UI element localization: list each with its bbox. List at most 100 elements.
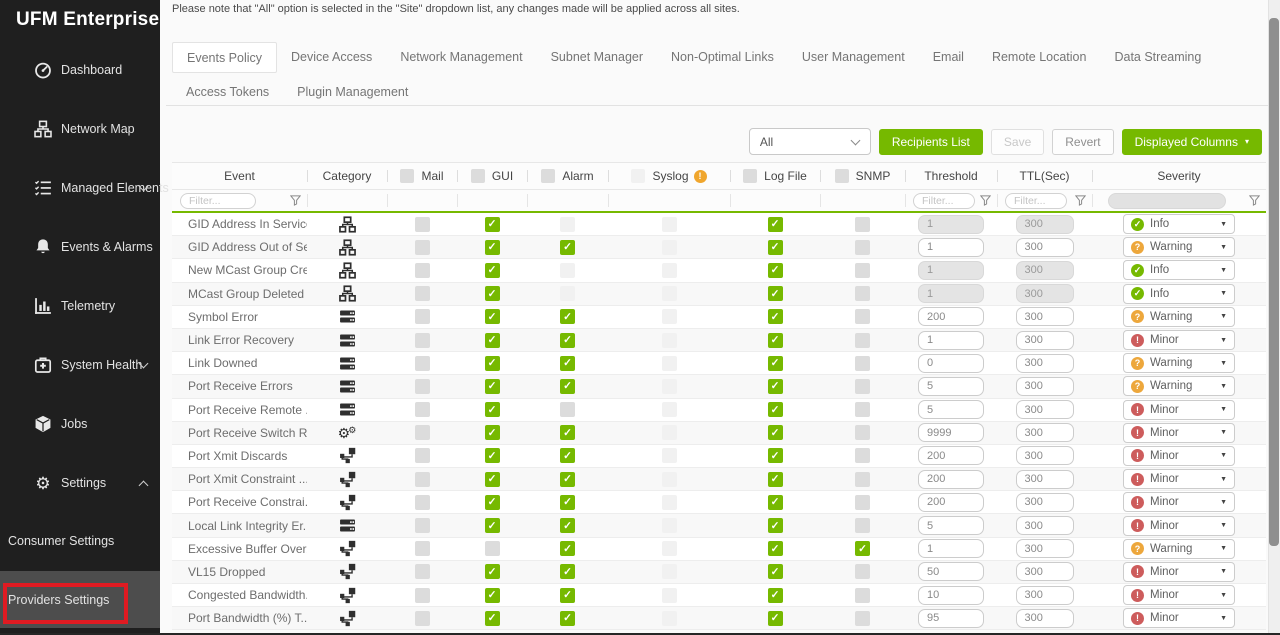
displayed-columns-button[interactable]: Displayed Columns ▾ [1122, 129, 1262, 155]
syslog-checkbox[interactable] [662, 240, 677, 255]
severity-select[interactable]: ?Warning▼ [1123, 307, 1235, 327]
snmp-checkbox[interactable] [855, 356, 870, 371]
gui-checkbox[interactable]: ✓ [485, 379, 500, 394]
severity-select[interactable]: ?Warning▼ [1123, 376, 1235, 396]
logfile-checkbox[interactable]: ✓ [768, 286, 783, 301]
threshold-input[interactable] [918, 470, 984, 489]
severity-select[interactable]: !Minor▼ [1123, 585, 1235, 605]
gui-checkbox[interactable]: ✓ [485, 356, 500, 371]
sidebar-item-events-alarms[interactable]: Events & Alarms [0, 235, 160, 259]
threshold-input[interactable] [918, 238, 984, 257]
ttl-input[interactable] [1016, 493, 1074, 512]
logfile-checkbox[interactable]: ✓ [768, 402, 783, 417]
severity-select[interactable]: !Minor▼ [1123, 469, 1235, 489]
ttl-input[interactable] [1016, 215, 1074, 234]
ttl-input[interactable] [1016, 261, 1074, 280]
mail-checkbox[interactable] [415, 448, 430, 463]
gui-checkbox[interactable]: ✓ [485, 333, 500, 348]
ttl-input[interactable] [1016, 586, 1074, 605]
syslog-checkbox[interactable] [662, 588, 677, 603]
logfile-checkbox[interactable]: ✓ [768, 356, 783, 371]
filter-funnel-icon[interactable] [980, 195, 991, 206]
mail-checkbox[interactable] [415, 263, 430, 278]
tab-user-management[interactable]: User Management [788, 42, 919, 73]
syslog-header-checkbox[interactable] [631, 169, 645, 183]
filter-funnel-icon[interactable] [1249, 195, 1260, 206]
severity-select[interactable]: !Minor▼ [1123, 330, 1235, 350]
gui-checkbox[interactable]: ✓ [485, 448, 500, 463]
gui-checkbox[interactable]: ✓ [485, 263, 500, 278]
snmp-checkbox[interactable] [855, 379, 870, 394]
mail-checkbox[interactable] [415, 379, 430, 394]
threshold-input[interactable] [918, 261, 984, 280]
severity-select[interactable]: !Minor▼ [1123, 423, 1235, 443]
sidebar-item-system-health[interactable]: System Health [0, 353, 160, 377]
logfile-header-checkbox[interactable] [743, 169, 757, 183]
sidebar-item-telemetry[interactable]: Telemetry [0, 294, 160, 318]
severity-select[interactable]: ✓Info▼ [1123, 214, 1235, 234]
mail-header-checkbox[interactable] [400, 169, 414, 183]
threshold-input[interactable] [918, 539, 984, 558]
alarm-checkbox[interactable]: ✓ [560, 240, 575, 255]
alarm-checkbox[interactable]: ✓ [560, 611, 575, 626]
alarm-checkbox[interactable]: ✓ [560, 588, 575, 603]
snmp-header-checkbox[interactable] [835, 169, 849, 183]
snmp-checkbox[interactable] [855, 611, 870, 626]
alarm-checkbox[interactable]: ✓ [560, 541, 575, 556]
alarm-checkbox[interactable] [560, 263, 575, 278]
snmp-checkbox[interactable] [855, 309, 870, 324]
revert-button[interactable]: Revert [1052, 129, 1113, 155]
severity-select[interactable]: ✓Info▼ [1123, 260, 1235, 280]
severity-select[interactable]: ?Warning▼ [1123, 353, 1235, 373]
ttl-input[interactable] [1016, 284, 1074, 303]
sidebar-item-dashboard[interactable]: Dashboard [0, 58, 160, 82]
alarm-checkbox[interactable] [560, 217, 575, 232]
alarm-checkbox[interactable] [560, 286, 575, 301]
snmp-checkbox[interactable] [855, 217, 870, 232]
sidebar-item-managed-elements[interactable]: Managed Elements [0, 176, 160, 200]
gui-checkbox[interactable]: ✓ [485, 472, 500, 487]
filter-funnel-icon[interactable] [1075, 195, 1086, 206]
tab-network-management[interactable]: Network Management [386, 42, 536, 73]
gui-checkbox[interactable]: ✓ [485, 309, 500, 324]
threshold-input[interactable] [918, 423, 984, 442]
syslog-checkbox[interactable] [662, 263, 677, 278]
alarm-checkbox[interactable]: ✓ [560, 425, 575, 440]
threshold-input[interactable] [918, 493, 984, 512]
mail-checkbox[interactable] [415, 564, 430, 579]
tab-remote-location[interactable]: Remote Location [978, 42, 1101, 73]
severity-select[interactable]: !Minor▼ [1123, 400, 1235, 420]
threshold-input[interactable] [918, 562, 984, 581]
severity-select[interactable]: ?Warning▼ [1123, 539, 1235, 559]
severity-select[interactable]: !Minor▼ [1123, 608, 1235, 628]
threshold-input[interactable] [918, 586, 984, 605]
syslog-checkbox[interactable] [662, 518, 677, 533]
syslog-checkbox[interactable] [662, 356, 677, 371]
ttl-input[interactable] [1016, 307, 1074, 326]
snmp-checkbox[interactable] [855, 588, 870, 603]
snmp-checkbox[interactable] [855, 518, 870, 533]
threshold-input[interactable] [918, 446, 984, 465]
threshold-input[interactable] [918, 284, 984, 303]
tab-data-streaming[interactable]: Data Streaming [1100, 42, 1215, 73]
mail-checkbox[interactable] [415, 286, 430, 301]
ttl-input[interactable] [1016, 609, 1074, 628]
tab-access-tokens[interactable]: Access Tokens [172, 77, 283, 108]
tab-non-optimal-links[interactable]: Non-Optimal Links [657, 42, 788, 73]
alarm-checkbox[interactable]: ✓ [560, 333, 575, 348]
ttl-input[interactable] [1016, 539, 1074, 558]
filter-funnel-icon[interactable] [290, 195, 301, 206]
threshold-input[interactable] [918, 516, 984, 535]
sidebar-item-jobs[interactable]: Jobs [0, 412, 160, 436]
gui-checkbox[interactable]: ✓ [485, 240, 500, 255]
syslog-checkbox[interactable] [662, 541, 677, 556]
gui-checkbox[interactable]: ✓ [485, 588, 500, 603]
snmp-checkbox[interactable] [855, 402, 870, 417]
sidebar-item-network-map[interactable]: Network Map [0, 117, 160, 141]
sidebar-item-settings[interactable]: ⚙Settings [0, 471, 160, 495]
mail-checkbox[interactable] [415, 217, 430, 232]
ttl-input[interactable] [1016, 423, 1074, 442]
severity-select[interactable]: !Minor▼ [1123, 516, 1235, 536]
syslog-checkbox[interactable] [662, 309, 677, 324]
logfile-checkbox[interactable]: ✓ [768, 263, 783, 278]
